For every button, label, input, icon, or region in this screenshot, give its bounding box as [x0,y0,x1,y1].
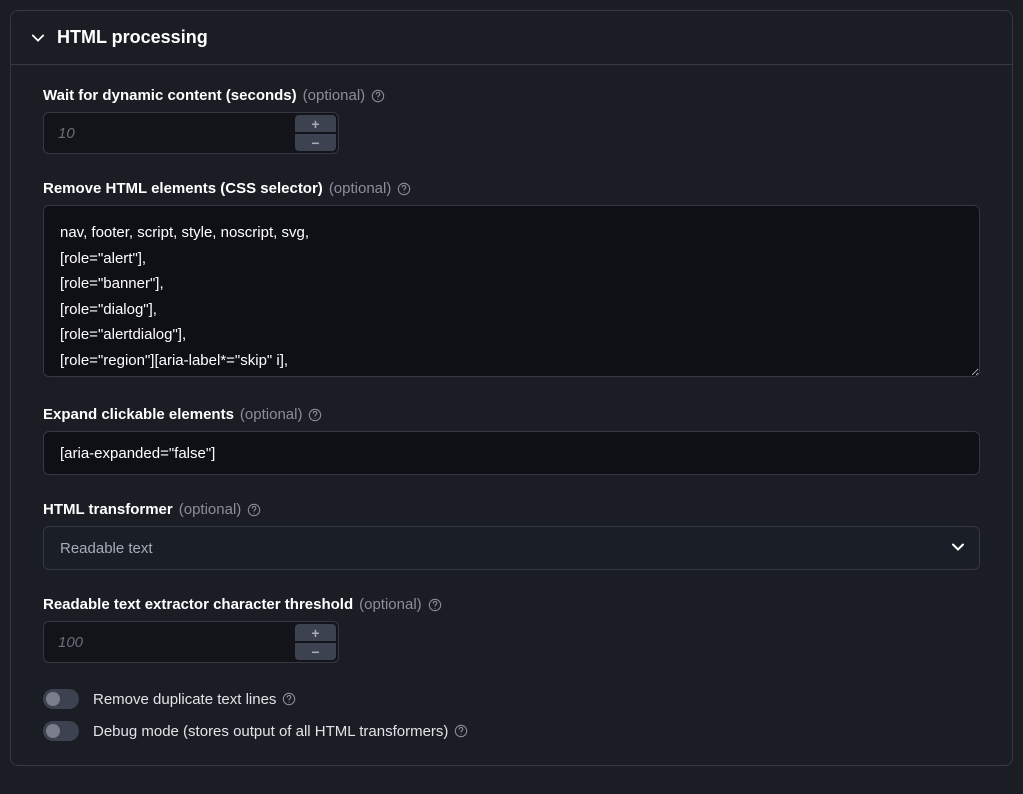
increment-button[interactable]: + [295,624,336,641]
field-wait-dynamic: Wait for dynamic content (seconds) (opti… [43,87,980,154]
toggle-row-debug-mode: Debug mode (stores output of all HTML tr… [43,721,980,741]
decrement-button[interactable]: − [295,643,336,660]
increment-button[interactable]: + [295,115,336,132]
number-spinner: + − [295,112,339,154]
char-threshold-label: Readable text extractor character thresh… [43,596,353,613]
help-icon[interactable] [397,182,411,196]
html-transformer-select[interactable]: Readable text [43,526,980,570]
optional-label: (optional) [359,596,422,613]
optional-label: (optional) [240,406,303,423]
expand-clickable-input[interactable] [43,431,980,475]
field-label-row: Wait for dynamic content (seconds) (opti… [43,87,980,104]
field-char-threshold: Readable text extractor character thresh… [43,596,980,663]
toggle-thumb [46,692,60,706]
field-label-row: Expand clickable elements (optional) [43,406,980,423]
panel-title: HTML processing [57,27,208,48]
select-container: Readable text [43,526,980,570]
help-icon[interactable] [428,598,442,612]
decrement-button[interactable]: − [295,134,336,151]
debug-mode-label: Debug mode (stores output of all HTML tr… [93,723,448,740]
remove-elements-textarea[interactable] [43,205,980,377]
panel-header[interactable]: HTML processing [11,11,1012,65]
field-label-row: Readable text extractor character thresh… [43,596,980,613]
optional-label: (optional) [329,180,392,197]
html-transformer-label: HTML transformer [43,501,173,518]
field-remove-elements: Remove HTML elements (CSS selector) (opt… [43,180,980,380]
textarea-container [43,205,980,380]
help-icon[interactable] [247,503,261,517]
char-threshold-input-container: + − [43,621,339,663]
debug-mode-toggle[interactable] [43,721,79,741]
optional-label: (optional) [303,87,366,104]
help-icon[interactable] [454,724,468,738]
wait-dynamic-label: Wait for dynamic content (seconds) [43,87,297,104]
help-icon[interactable] [308,408,322,422]
field-label-row: HTML transformer (optional) [43,501,980,518]
field-label-row: Remove HTML elements (CSS selector) (opt… [43,180,980,197]
field-html-transformer: HTML transformer (optional) Readable tex… [43,501,980,570]
help-icon[interactable] [371,89,385,103]
help-icon[interactable] [282,692,296,706]
chevron-down-icon [31,31,45,45]
panel-body: Wait for dynamic content (seconds) (opti… [11,65,1012,765]
remove-duplicate-label: Remove duplicate text lines [93,691,276,708]
field-expand-clickable: Expand clickable elements (optional) [43,406,980,475]
remove-elements-label: Remove HTML elements (CSS selector) [43,180,323,197]
field-toggles: Remove duplicate text lines Debug mode (… [43,689,980,741]
optional-label: (optional) [179,501,242,518]
number-spinner: + − [295,621,339,663]
html-processing-panel: HTML processing Wait for dynamic content… [10,10,1013,766]
char-threshold-input[interactable] [43,621,295,663]
expand-clickable-label: Expand clickable elements [43,406,234,423]
toggle-row-remove-duplicate: Remove duplicate text lines [43,689,980,709]
remove-duplicate-toggle[interactable] [43,689,79,709]
wait-dynamic-input-container: + − [43,112,339,154]
wait-dynamic-input[interactable] [43,112,295,154]
toggle-thumb [46,724,60,738]
